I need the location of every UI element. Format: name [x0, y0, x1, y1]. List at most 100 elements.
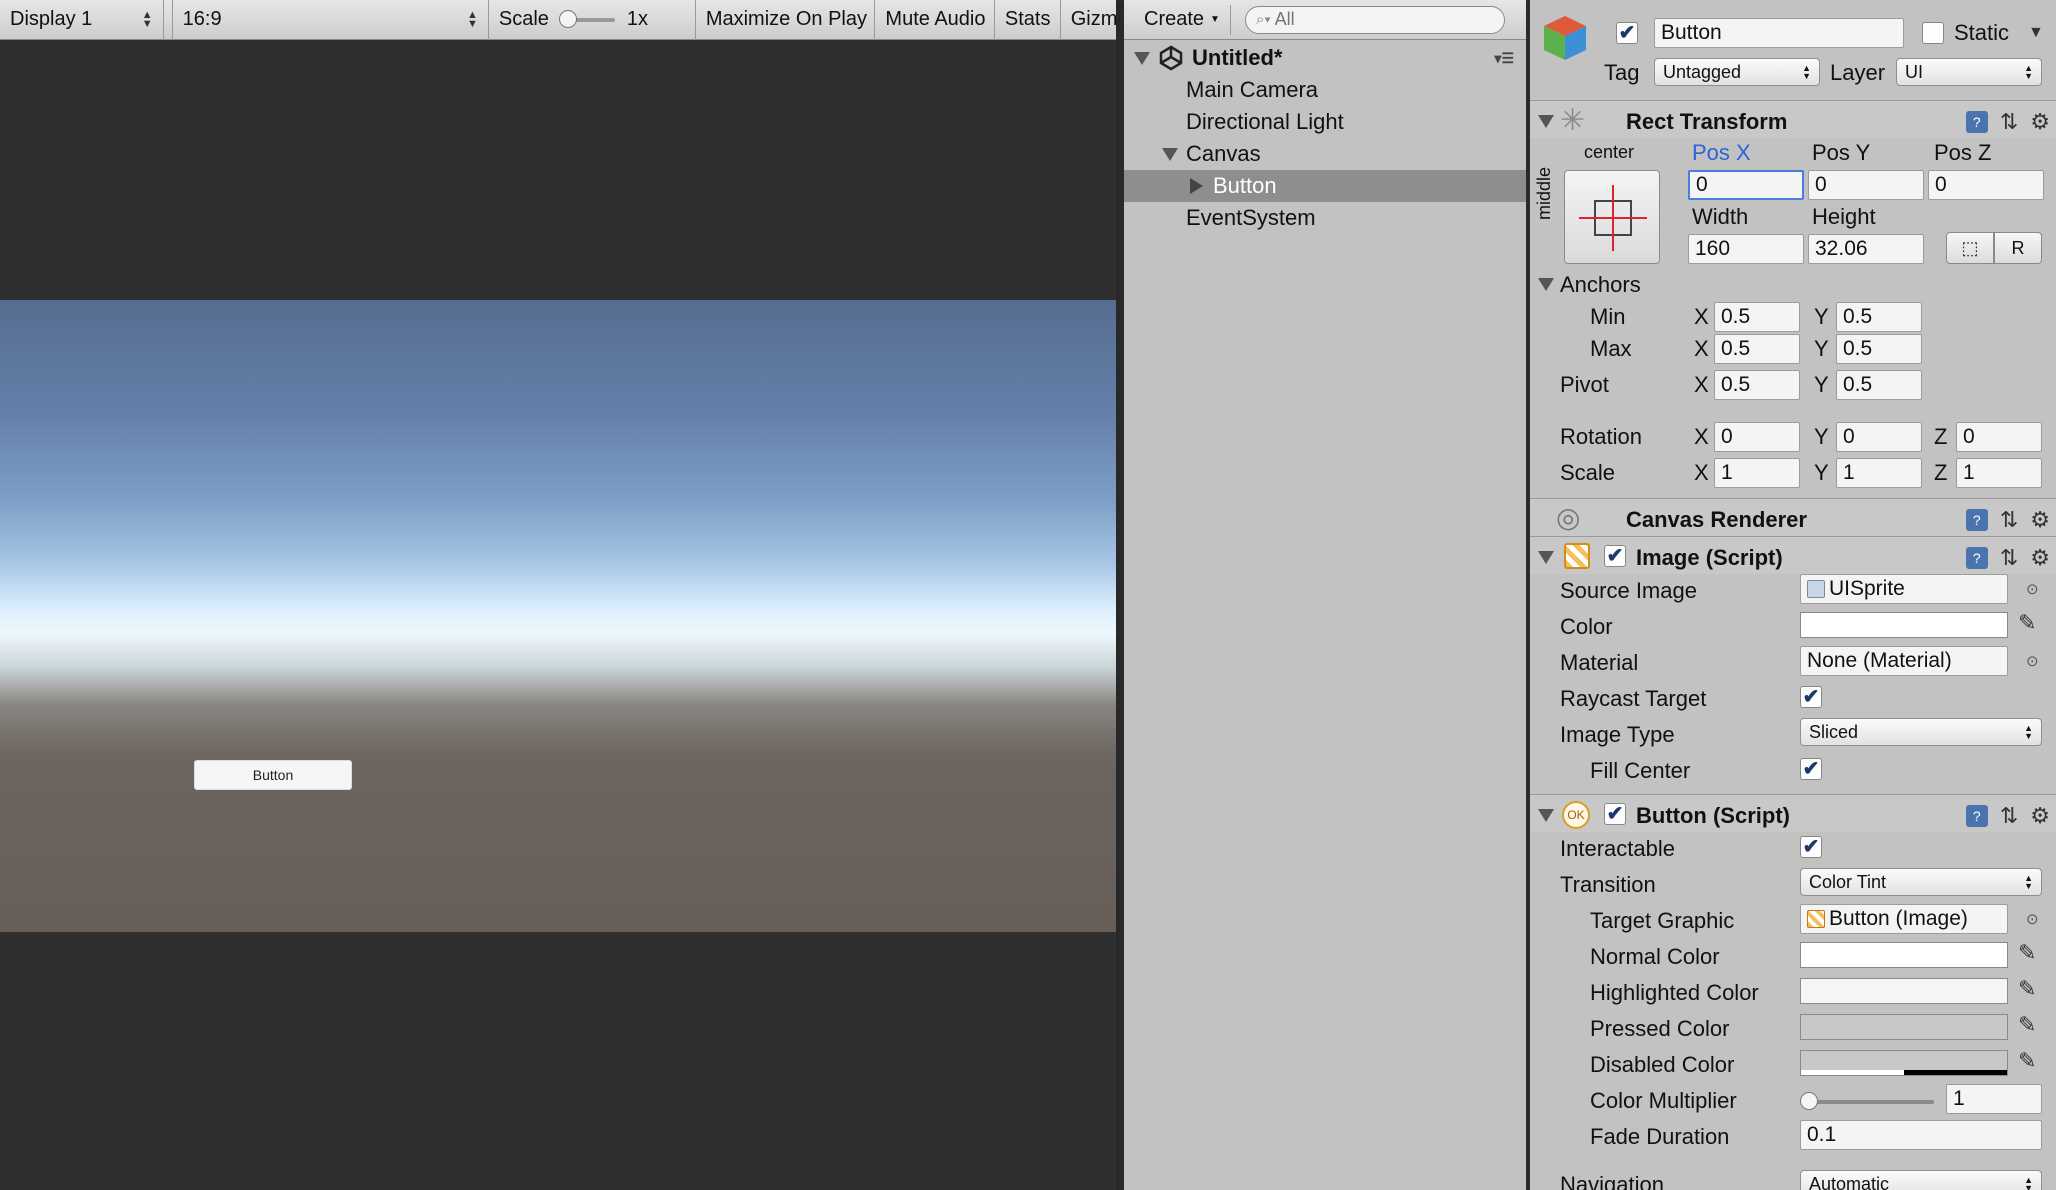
search-input[interactable]	[1274, 9, 1475, 30]
highlighted-color-swatch[interactable]	[1800, 978, 2008, 1004]
expand-arrow-icon[interactable]	[1134, 51, 1150, 65]
scale-slider-knob[interactable]	[558, 9, 577, 28]
collapse-arrow-icon[interactable]	[1538, 551, 1554, 564]
pivot-x-field[interactable]: 0.5	[1714, 370, 1800, 400]
eyedropper-icon[interactable]: ✎	[2018, 940, 2036, 966]
pivot-y-field[interactable]: 0.5	[1836, 370, 1922, 400]
x-label: X	[1694, 460, 1709, 485]
anchor-min-x-field[interactable]: 0.5	[1714, 302, 1800, 332]
rotation-x-field[interactable]: 0	[1714, 422, 1800, 452]
fade-duration-field[interactable]: 0.1	[1800, 1120, 2042, 1150]
fill-center-checkbox[interactable]: ✔	[1800, 758, 1822, 780]
static-checkbox[interactable]	[1922, 22, 1944, 44]
gear-icon[interactable]: ⚙	[2030, 507, 2050, 533]
button-script-header[interactable]: OK ✔ Button (Script) ? ⇅ ⚙	[1530, 794, 2056, 832]
color-swatch[interactable]	[1800, 612, 2008, 638]
object-picker-icon[interactable]: ⊙	[2026, 652, 2039, 670]
help-book-icon[interactable]: ?	[1965, 509, 1988, 531]
eyedropper-icon[interactable]: ✎	[2018, 1012, 2036, 1038]
canvas-renderer-header[interactable]: ◎ Canvas Renderer ? ⇅ ⚙	[1530, 498, 2056, 536]
scale-z-field[interactable]: 1	[1956, 458, 2042, 488]
scene-ui-button[interactable]: Button	[194, 760, 352, 790]
eyedropper-icon[interactable]: ✎	[2018, 1048, 2036, 1074]
anchor-max-y-field[interactable]: 0.5	[1836, 334, 1922, 364]
raw-edit-button[interactable]: R	[1994, 232, 2042, 264]
hierarchy-item-button[interactable]: Button	[1124, 170, 1526, 202]
anchors-foldout-icon[interactable]	[1538, 278, 1554, 291]
raycast-target-checkbox[interactable]: ✔	[1800, 686, 1822, 708]
image-script-header[interactable]: ✔ Image (Script) ? ⇅ ⚙	[1530, 536, 2056, 574]
rotation-y-field[interactable]: 0	[1836, 422, 1922, 452]
expand-arrow-icon[interactable]	[1162, 147, 1178, 161]
image-type-dropdown[interactable]: Sliced ▲ ▼	[1800, 718, 2042, 746]
scale-x-field[interactable]: 1	[1714, 458, 1800, 488]
help-book-icon[interactable]: ?	[1965, 547, 1988, 569]
height-field[interactable]: 32.06	[1808, 234, 1924, 264]
stats-button[interactable]: Stats	[995, 0, 1061, 40]
pos-y-field[interactable]: 0	[1808, 170, 1924, 200]
color-multiplier-slider[interactable]	[1800, 1092, 1934, 1110]
scale-y-value: 1	[1843, 461, 1855, 484]
rect-transform-header[interactable]: ✳ Rect Transform ? ⇅ ⚙	[1530, 100, 2056, 138]
collapse-arrow-icon[interactable]	[1190, 178, 1203, 194]
anchor-preset-button[interactable]	[1564, 170, 1660, 264]
anchor-min-y-field[interactable]: 0.5	[1836, 302, 1922, 332]
game-render-area[interactable]: Button	[0, 300, 1116, 932]
color-multiplier-knob[interactable]	[1800, 1092, 1818, 1110]
rotation-z-field[interactable]: 0	[1956, 422, 2042, 452]
gear-icon[interactable]: ⚙	[2030, 109, 2050, 135]
tag-dropdown[interactable]: Untagged ▲ ▼	[1654, 58, 1820, 86]
create-button[interactable]: Create ▼	[1134, 4, 1231, 35]
color-label: Color	[1560, 614, 1613, 639]
button-enabled-checkbox[interactable]: ✔	[1604, 803, 1626, 825]
navigation-dropdown[interactable]: Automatic ▲ ▼	[1800, 1170, 2042, 1190]
transition-dropdown[interactable]: Color Tint ▲ ▼	[1800, 868, 2042, 896]
static-dropdown-icon[interactable]: ▼	[2028, 24, 2044, 42]
material-field[interactable]: None (Material)	[1800, 646, 2008, 676]
blueprint-mode-button[interactable]: ⬚	[1946, 232, 1994, 264]
hierarchy-search[interactable]: ⌕▾	[1244, 5, 1505, 34]
color-multiplier-field[interactable]: 1	[1946, 1084, 2042, 1114]
presets-icon[interactable]: ⇅	[2000, 507, 2018, 533]
scene-row[interactable]: Untitled* ▾☰	[1124, 42, 1526, 74]
anchor-max-x-field[interactable]: 0.5	[1714, 334, 1800, 364]
presets-icon[interactable]: ⇅	[2000, 109, 2018, 135]
collapse-arrow-icon[interactable]	[1538, 115, 1554, 128]
eyedropper-icon[interactable]: ✎	[2018, 610, 2036, 636]
active-checkbox[interactable]: ✔	[1616, 22, 1638, 44]
eyedropper-icon[interactable]: ✎	[2018, 976, 2036, 1002]
help-book-icon[interactable]: ?	[1965, 111, 1988, 133]
pressed-color-swatch[interactable]	[1800, 1014, 2008, 1040]
width-field[interactable]: 160	[1688, 234, 1804, 264]
normal-color-swatch[interactable]	[1800, 942, 2008, 968]
interactable-checkbox[interactable]: ✔	[1800, 836, 1822, 858]
hierarchy-item-canvas[interactable]: Canvas	[1124, 138, 1526, 170]
presets-icon[interactable]: ⇅	[2000, 803, 2018, 829]
pos-z-field[interactable]: 0	[1928, 170, 2044, 200]
hierarchy-item-directional-light[interactable]: Directional Light	[1124, 106, 1526, 138]
object-picker-icon[interactable]: ⊙	[2026, 910, 2039, 928]
mute-audio-button[interactable]: Mute Audio	[875, 0, 995, 40]
scale-slider[interactable]	[558, 9, 615, 28]
image-enabled-checkbox[interactable]: ✔	[1604, 545, 1626, 567]
display-dropdown[interactable]: Display 1 ▲ ▼	[0, 0, 164, 40]
disabled-color-swatch[interactable]	[1800, 1050, 2008, 1076]
object-name-field[interactable]: Button	[1654, 18, 1904, 48]
source-image-field[interactable]: UISprite	[1800, 574, 2008, 604]
layer-dropdown[interactable]: UI ▲ ▼	[1896, 58, 2042, 86]
hierarchy-item-main-camera[interactable]: Main Camera	[1124, 74, 1526, 106]
maximize-on-play-button[interactable]: Maximize On Play	[696, 0, 876, 40]
object-picker-icon[interactable]: ⊙	[2026, 580, 2039, 598]
scale-y-field[interactable]: 1	[1836, 458, 1922, 488]
aspect-dropdown[interactable]: 16:9 ▲ ▼	[171, 0, 489, 40]
gizmos-button[interactable]: Gizmos	[1061, 0, 1116, 40]
presets-icon[interactable]: ⇅	[2000, 545, 2018, 571]
collapse-arrow-icon[interactable]	[1538, 809, 1554, 822]
gear-icon[interactable]: ⚙	[2030, 803, 2050, 829]
help-book-icon[interactable]: ?	[1965, 805, 1988, 827]
target-graphic-field[interactable]: Button (Image)	[1800, 904, 2008, 934]
gear-icon[interactable]: ⚙	[2030, 545, 2050, 571]
hierarchy-menu-icon[interactable]: ▾☰	[1494, 50, 1514, 67]
pos-x-field[interactable]: 0	[1688, 170, 1804, 200]
hierarchy-item-eventsystem[interactable]: EventSystem	[1124, 202, 1526, 234]
